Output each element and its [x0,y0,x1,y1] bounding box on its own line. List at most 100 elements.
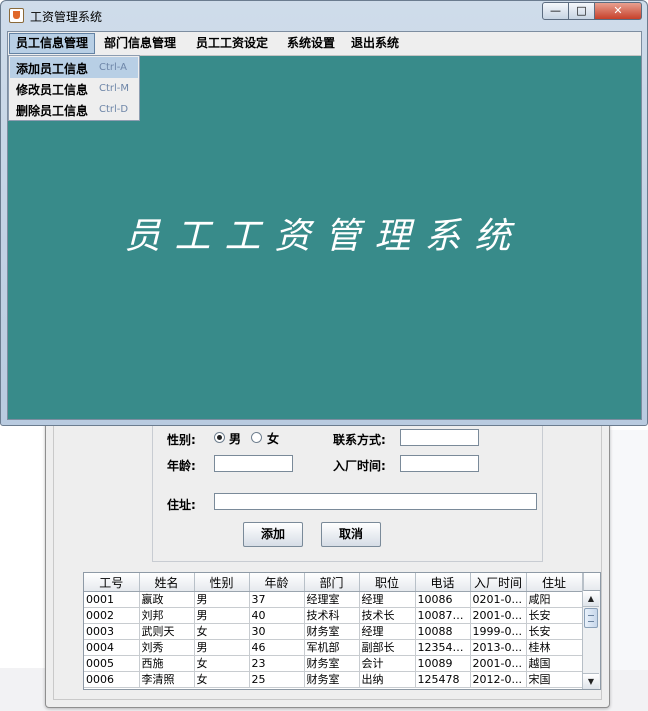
menu-item-label: 删除员工信息 [16,104,89,118]
scroll-up-icon[interactable]: ▲ [583,591,599,607]
menu-system-settings[interactable]: 系统设置 [281,33,341,54]
table-cell: 女 [194,623,250,640]
table-cell: 30 [249,623,305,640]
table-cell: 男 [194,591,250,608]
maximize-button[interactable]: □ [569,2,595,20]
gender-male-radio[interactable] [214,432,225,443]
column-header[interactable]: 入厂时间 [470,573,527,592]
table-cell: 25 [249,671,305,688]
column-header[interactable]: 职位 [359,573,416,592]
table-cell: 10086 [415,591,471,608]
desktop-background-right [608,430,648,670]
gender-female-label: 女 [267,432,280,446]
table-cell: 男 [194,607,250,624]
menu-item-shortcut: Ctrl-M [99,83,130,94]
table-cell: 越国 [526,655,583,672]
employee-grid: 工号 姓名 性别 年龄 部门 职位 电话 入厂时间 住址 0001 嬴政男 37 经理室 经理 10086… [84,573,583,688]
table-cell: 咸阳 [526,591,583,608]
menu-item-add-employee[interactable]: 添加员工信息 Ctrl-A [10,57,138,78]
table-row[interactable]: 0002 刘邦男 40 技术科 技术长 100879... 2001-0... 长安 [84,607,583,624]
add-button[interactable]: 添加 [243,522,303,547]
table-cell: 财务室 [304,671,360,688]
menu-item-shortcut: Ctrl-D [99,104,129,115]
scroll-thumb[interactable] [584,608,598,628]
column-header[interactable]: 姓名 [139,573,195,592]
table-cell: 1999-0... [470,623,527,640]
table-header-row: 工号 姓名 性别 年龄 部门 职位 电话 入厂时间 住址 [84,573,583,592]
minimize-button[interactable]: — [542,2,569,20]
table-header-corner [583,573,600,591]
table-vertical-scrollbar[interactable]: ▲ ▼ [582,591,600,689]
column-header[interactable]: 电话 [415,573,471,592]
table-row[interactable]: 0005 西施女 23 财务室 会计 10089 2001-0... 越国 [84,655,583,672]
window-title: 工资管理系统 [30,10,103,24]
table-cell: 37 [249,591,305,608]
column-header[interactable]: 性别 [194,573,250,592]
table-cell: 23 [249,655,305,672]
table-cell: 经理 [359,591,416,608]
table-cell: 刘邦 [139,607,195,624]
menu-employee-info[interactable]: 员工信息管理 [9,33,96,54]
table-cell: 0201-0... [470,591,527,608]
table-cell: 副部长 [359,639,416,656]
column-header[interactable]: 工号 [84,573,140,592]
table-cell: 长安 [526,607,583,624]
menu-bar: 员工信息管理 部门信息管理 员工工资设定 系统设置 退出系统 [8,32,641,56]
menu-item-delete-employee[interactable]: 删除员工信息 Ctrl-D [10,99,138,120]
table-cell: 技术科 [304,607,360,624]
table-cell: 0002 [84,607,140,624]
table-cell: 经理 [359,623,416,640]
table-cell: 嬴政 [139,591,195,608]
table-cell: 2001-0... [470,655,527,672]
table-row[interactable]: 0001 嬴政男 37 经理室 经理 10086 0201-0... 咸阳 [84,591,583,608]
table-row[interactable]: 0003 武则天女 30 财务室 经理 10088 1999-0... 长安 [84,623,583,640]
table-cell: 李清照 [139,671,195,688]
menu-item-shortcut: Ctrl-A [99,62,128,73]
gender-male-label: 男 [229,432,242,446]
table-cell: 2013-0... [470,639,527,656]
table-cell: 2012-0... [470,671,527,688]
address-input[interactable] [214,493,537,510]
menu-item-modify-employee[interactable]: 修改员工信息 Ctrl-M [10,78,138,99]
gender-female-radio[interactable] [251,432,262,443]
table-cell: 40 [249,607,305,624]
table-cell: 财务室 [304,655,360,672]
menu-department-info[interactable]: 部门信息管理 [98,33,182,54]
column-header[interactable]: 住址 [526,573,583,592]
table-cell: 经理室 [304,591,360,608]
java-app-icon [9,8,24,23]
menu-salary-settings[interactable]: 员工工资设定 [190,33,274,54]
cancel-button[interactable]: 取消 [321,522,381,547]
table-cell: 财务室 [304,623,360,640]
menu-exit-system[interactable]: 退出系统 [345,33,405,54]
age-input[interactable] [214,455,293,472]
main-content-area: 员工信息管理 部门信息管理 员工工资设定 系统设置 退出系统 员工工资管理系统 … [7,31,642,420]
table-cell: 0005 [84,655,140,672]
window-controls: — □ ✕ [542,2,642,21]
address-label: 住址: [167,498,196,512]
system-banner-title: 员工工资管理系统 [124,216,525,257]
table-cell: 125478 [415,671,471,688]
contact-input[interactable] [400,429,479,446]
table-cell: 宋国 [526,671,583,688]
join-date-input[interactable] [400,455,479,472]
table-cell: 女 [194,655,250,672]
employee-table: 工号 姓名 性别 年龄 部门 职位 电话 入厂时间 住址 0001 嬴政男 37 经理室 经理 10086… [83,572,601,690]
column-header[interactable]: 年龄 [249,573,305,592]
employee-form-window: 性别: 男 女 联系方式: 年龄: 入厂时间: 住址: 添加 取消 工号姓名性 [45,414,610,708]
table-cell: 123548... [415,639,471,656]
close-button[interactable]: ✕ [595,2,642,20]
scroll-down-icon[interactable]: ▼ [583,673,599,689]
table-cell: 2001-0... [470,607,527,624]
table-row[interactable]: 0006 李清照女 25 财务室 出纳 125478 2012-0... 宋国 [84,671,583,688]
employee-menu-dropdown: 添加员工信息 Ctrl-A 修改员工信息 Ctrl-M 删除员工信息 Ctrl-… [8,55,140,121]
table-cell: 军机部 [304,639,360,656]
table-row[interactable]: 0004 刘秀男 46 军机部 副部长 123548... 2013-0... 桂林 [84,639,583,656]
menu-item-label: 添加员工信息 [16,62,89,76]
table-cell: 46 [249,639,305,656]
gender-label: 性别: [167,433,196,447]
table-cell: 10088 [415,623,471,640]
column-header[interactable]: 部门 [304,573,360,592]
form-window-content: 性别: 男 女 联系方式: 年龄: 入厂时间: 住址: 添加 取消 工号姓名性 [53,415,602,700]
table-cell: 0003 [84,623,140,640]
